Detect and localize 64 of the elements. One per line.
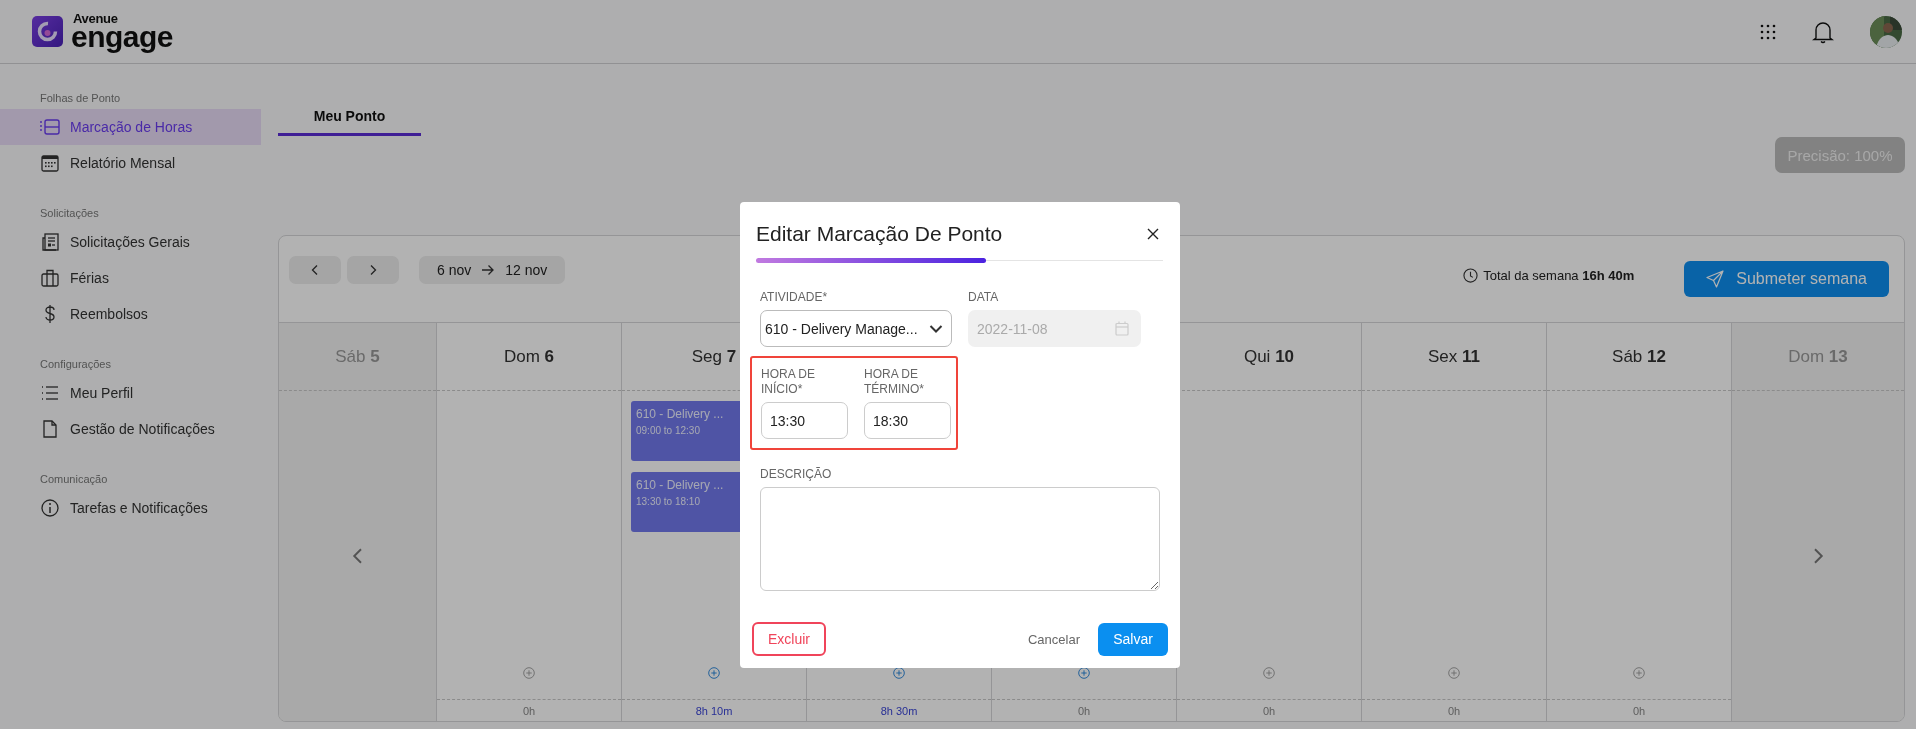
day-total: 0h [1447, 705, 1461, 717]
sidebar-item[interactable]: Solicitações Gerais [0, 224, 261, 260]
entry-time: 09:00 to 12:30 [636, 425, 700, 436]
section-title: Configurações [39, 357, 112, 372]
calendar-icon [40, 153, 60, 173]
info-icon [40, 498, 60, 518]
add-icon[interactable] [1078, 667, 1090, 679]
time-input[interactable]: 18:30 [864, 402, 951, 439]
field-label: HORA DE INÍCIO* [761, 367, 816, 397]
date-range-picker[interactable]: 6 nov 12 nov [419, 256, 566, 284]
delete-button[interactable]: Excluir [752, 622, 826, 656]
day-total: 0h [1632, 705, 1646, 717]
list-icon [40, 383, 60, 403]
sidebar-item[interactable]: Reembolsos [0, 296, 261, 332]
sidebar-item[interactable]: Relatório Mensal [0, 145, 261, 181]
field-label: DATA [968, 290, 1000, 304]
field-label: ATIVIDADE* [760, 290, 829, 304]
day-total: 8h 10m [695, 705, 733, 717]
day-label: Dom 13 [1788, 346, 1848, 367]
section-title: Folhas de Ponto [39, 91, 122, 106]
close-icon[interactable] [1147, 228, 1159, 240]
day-total: 8h 30m [880, 705, 918, 717]
day-label: Sáb 5 [335, 346, 380, 367]
section-title: Solicitações [39, 206, 100, 221]
activity-select[interactable]: 610 - Delivery Manage... [760, 310, 952, 347]
clock-icon [1463, 268, 1479, 283]
arrow-right-icon [481, 264, 496, 276]
sidebar-item[interactable]: Marcação de Horas [0, 109, 261, 145]
add-icon[interactable] [893, 667, 905, 679]
sidebar-item[interactable]: Férias [0, 260, 261, 296]
cancel-button[interactable]: Cancelar [1023, 627, 1084, 651]
chevron-down-icon [929, 323, 943, 334]
file-icon [40, 419, 60, 439]
bell-icon[interactable] [1812, 19, 1834, 44]
calendar-icon [1115, 321, 1129, 336]
entry-title: 610 - Delivery ... [636, 478, 724, 492]
send-icon [1706, 270, 1725, 288]
entry-time: 13:30 to 18:10 [636, 496, 700, 507]
form-icon [40, 232, 60, 252]
section-title: Comunicação [39, 472, 109, 487]
sidebar-item[interactable]: Meu Perfil [0, 375, 261, 411]
day-label: Sex 11 [1428, 346, 1480, 367]
tab[interactable]: Meu Ponto [278, 105, 421, 136]
field-label: HORA DE TÉRMINO* [864, 367, 925, 397]
sidebar-item[interactable]: Tarefas e Notificações [0, 490, 261, 526]
suitcase-icon [40, 268, 60, 288]
day-label: Qui 10 [1243, 346, 1295, 367]
add-icon[interactable] [708, 667, 720, 679]
brand-prefix: Avenue [73, 11, 119, 25]
apps-icon[interactable] [1760, 23, 1776, 40]
day-label: Sáb 12 [1612, 346, 1666, 367]
time-input[interactable]: 13:30 [761, 402, 848, 439]
day-total: 0h [1077, 705, 1091, 717]
week-total: Total da semana 16h 40m [1483, 268, 1635, 283]
day-label: Dom 6 [503, 346, 555, 367]
day-total: 0h [522, 705, 536, 717]
day-total: 0h [1262, 705, 1276, 717]
timesheet-icon [40, 117, 60, 137]
description-field[interactable] [760, 487, 1160, 591]
modal-title: Editar Marcação De Ponto [756, 222, 1003, 246]
sidebar-item[interactable]: Gestão de Notificações [0, 411, 261, 447]
entry-title: 610 - Delivery ... [636, 407, 724, 421]
day-label: Seg 7 [691, 346, 737, 367]
logo-icon [32, 16, 63, 47]
